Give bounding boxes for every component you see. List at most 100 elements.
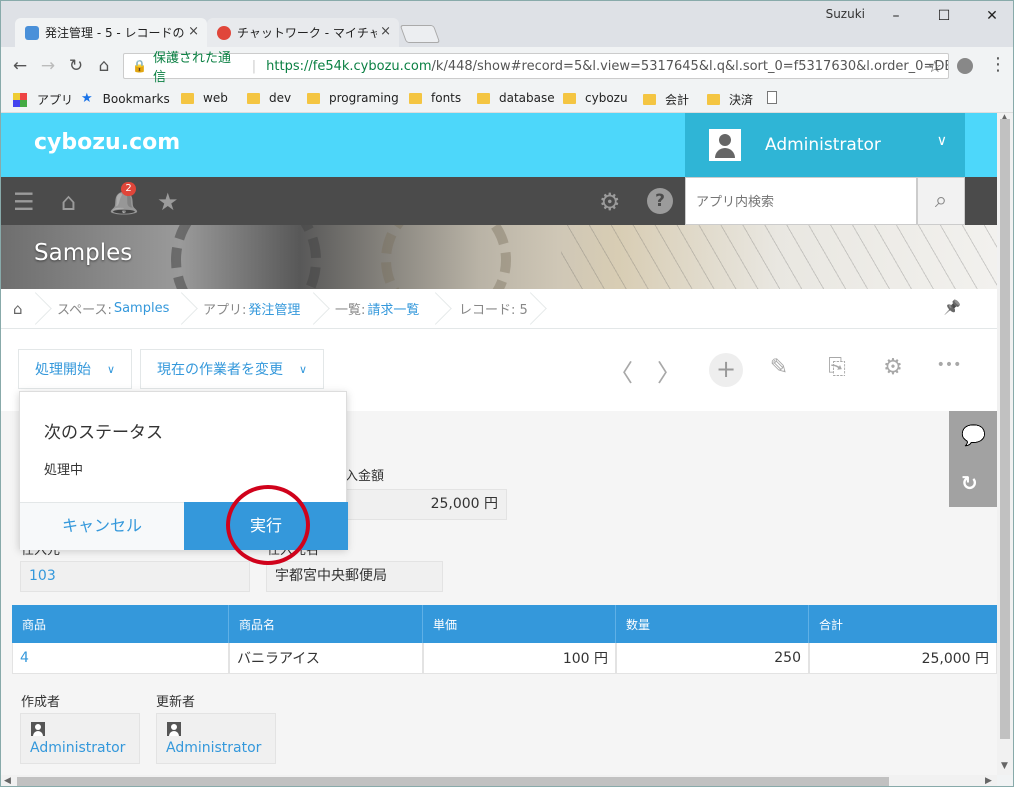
copy-icon[interactable]: ⎘ [821, 355, 853, 380]
settings-gear-icon[interactable]: ⚙ [877, 355, 909, 380]
home-icon[interactable]: ⌂ [93, 56, 115, 76]
change-assignee-dropdown[interactable]: 現在の作業者を変更 ∨ [140, 349, 325, 389]
user-menu[interactable]: Administrator ∨ [685, 113, 965, 177]
folder-icon [477, 92, 490, 104]
user-icon [31, 722, 45, 736]
creator-card: Administrator [20, 713, 140, 764]
cancel-button[interactable]: キャンセル [20, 502, 184, 550]
comment-icon[interactable]: 💬 [961, 423, 986, 447]
horizontal-scrollbar[interactable]: ◀ ▶ [1, 775, 997, 786]
item-name-cell: バニラアイス [229, 643, 423, 674]
breadcrumb-home[interactable]: ⌂ [1, 289, 43, 329]
user-icon [167, 722, 181, 736]
lock-icon: 🔒 [132, 59, 147, 73]
bookmark-page[interactable] [767, 91, 777, 104]
address-separator: | [251, 58, 257, 74]
supplier-code-value[interactable]: 103 [20, 561, 250, 592]
bookmark-apps[interactable]: アプリ [13, 91, 73, 108]
column-header: 単価 [423, 605, 616, 643]
minimize-button[interactable]: – [881, 5, 911, 27]
secure-label: 保護された通信 [152, 51, 231, 85]
horizontal-scroll-thumb[interactable] [17, 777, 889, 786]
reload-icon[interactable]: ↻ [65, 56, 87, 76]
star-icon: ★ [81, 91, 93, 106]
url-text: https://fe54k.cybozu.com/k/448/show#reco… [266, 59, 948, 74]
home-icon[interactable]: ⌂ [61, 188, 76, 216]
forward-icon[interactable]: → [37, 56, 59, 76]
edit-icon[interactable]: ✎ [763, 355, 795, 380]
tab-chatwork[interactable]: チャットワーク - マイチャット × [207, 18, 399, 47]
app-favicon-icon [25, 26, 39, 40]
breadcrumb-app[interactable]: アプリ: 発注管理 [189, 289, 321, 329]
prev-record-icon[interactable]: 〈 [605, 353, 637, 388]
bookmark-fonts[interactable]: fonts [409, 91, 461, 105]
breadcrumb-link[interactable]: 請求一覧 [367, 299, 419, 318]
browser-toolbar: ← → ↻ ⌂ 🔒 保護された通信 | https://fe54k.cybozu… [1, 47, 1013, 85]
address-bar[interactable]: 🔒 保護された通信 | https://fe54k.cybozu.com/k/4… [123, 51, 949, 85]
supplier-name-value: 宇都宮中央郵便局 [266, 561, 443, 592]
bookmark-label: 会計 [665, 93, 690, 107]
browser-menu-icon[interactable]: ⋮ [989, 54, 1007, 75]
new-tab-button[interactable] [399, 25, 441, 43]
breadcrumb-link[interactable]: Samples [114, 301, 170, 316]
gear-decoration [171, 225, 321, 289]
bookmark-kessai[interactable]: 決済 [707, 91, 753, 108]
next-status-option[interactable]: 処理中 [44, 459, 83, 478]
app-search-input[interactable] [685, 177, 917, 225]
breadcrumb-link[interactable]: 発注管理 [248, 299, 300, 318]
add-record-button[interactable]: + [709, 353, 743, 387]
next-record-icon[interactable]: 〉 [653, 353, 685, 388]
amount-label: 入金額 [345, 469, 385, 484]
bookmark-programing[interactable]: programing [307, 91, 399, 105]
cybozu-logo[interactable]: cybozu.com [34, 130, 180, 155]
folder-icon [181, 92, 194, 104]
modifier-label: 更新者 [156, 695, 196, 710]
breadcrumb-prefix: スペース: [57, 303, 112, 318]
bookmark-cybozu[interactable]: cybozu [563, 91, 628, 105]
vertical-scroll-thumb[interactable] [1000, 119, 1010, 739]
execute-button[interactable]: 実行 [184, 502, 348, 550]
tab-kintone[interactable]: 発注管理 - 5 - レコードの詳 × [15, 18, 207, 47]
item-code-cell[interactable]: 4 [12, 643, 229, 674]
profile-name[interactable]: Suzuki [826, 7, 865, 21]
bookmark-bookmarks[interactable]: ★ Bookmarks [81, 91, 170, 106]
breadcrumb-space[interactable]: スペース: Samples [43, 289, 189, 329]
space-banner: Samples [1, 225, 997, 289]
bookmark-database[interactable]: database [477, 91, 555, 105]
gear-icon[interactable]: ⚙ [599, 188, 621, 216]
maximize-button[interactable]: ☐ [929, 5, 959, 27]
more-options-icon[interactable]: ••• [929, 357, 969, 373]
scroll-down-icon[interactable]: ▼ [1001, 761, 1008, 771]
favorites-star-icon[interactable]: ★ [157, 188, 179, 216]
bookmark-label: database [499, 91, 555, 105]
modifier-name[interactable]: Administrator [166, 740, 261, 756]
back-icon[interactable]: ← [9, 56, 31, 76]
bookmark-dev[interactable]: dev [247, 91, 291, 105]
bookmark-kaikei[interactable]: 会計 [643, 91, 689, 108]
scroll-right-icon[interactable]: ▶ [985, 776, 992, 786]
breadcrumb-prefix: アプリ: [203, 303, 247, 318]
avatar [709, 129, 741, 161]
folder-icon [307, 92, 320, 104]
home-icon: ⌂ [13, 299, 23, 318]
pin-icon[interactable]: 📌 [944, 300, 961, 316]
popup-title: 次のステータス [44, 423, 163, 443]
search-icon[interactable]: ⌕ [917, 177, 965, 225]
tab-close-icon[interactable]: × [188, 24, 199, 39]
tab-close-icon[interactable]: × [380, 24, 391, 39]
scroll-left-icon[interactable]: ◀ [4, 776, 11, 786]
total-cell: 25,000 円 [809, 643, 997, 674]
column-header: 合計 [819, 617, 844, 632]
bookmark-web[interactable]: web [181, 91, 228, 105]
help-icon[interactable]: ? [647, 188, 673, 214]
extension-icon[interactable] [957, 58, 973, 74]
bookmark-label: fonts [431, 91, 462, 105]
menu-icon[interactable]: ☰ [13, 188, 35, 216]
history-icon[interactable]: ↻ [961, 471, 978, 495]
creator-name[interactable]: Administrator [30, 740, 125, 756]
process-start-dropdown[interactable]: 処理開始 ∨ [18, 349, 133, 389]
vertical-scrollbar[interactable]: ▲ ▼ [997, 113, 1013, 775]
close-window-button[interactable]: ✕ [977, 5, 1007, 27]
breadcrumb-view[interactable]: 一覧: 請求一覧 [321, 289, 443, 329]
bookmark-star-icon[interactable]: ☆ [928, 57, 942, 76]
